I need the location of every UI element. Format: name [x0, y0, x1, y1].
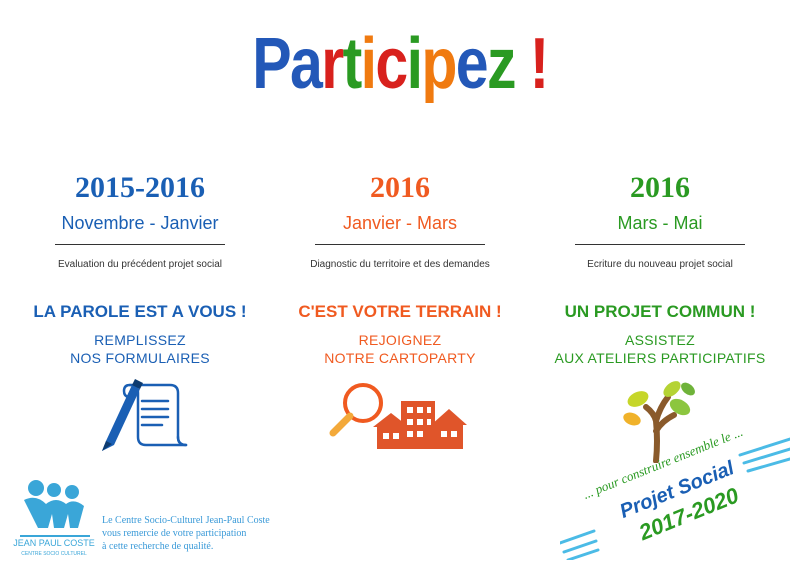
divider — [575, 244, 745, 245]
page-title: Participez ! — [72, 28, 728, 100]
phase-column-3: 2016 Mars - Mai Ecriture du nouveau proj… — [530, 170, 790, 463]
title-letter: P — [252, 24, 291, 104]
phase-description: Diagnostic du territoire et des demandes — [310, 259, 490, 270]
phase-year: 2016 — [370, 171, 430, 204]
phase-description: Evaluation du précédent projet social — [58, 259, 222, 270]
projet-social-stamp: ... pour construire ensemble le ... Proj… — [560, 425, 790, 560]
phase-slogan: C'EST VOTRE TERRAIN ! — [298, 302, 502, 321]
divider — [55, 244, 225, 245]
title-letter — [515, 28, 530, 100]
title-letter: p — [421, 24, 457, 104]
phase-action-line: NOTRE CARTOPARTY — [324, 350, 476, 366]
phase-year: 2016 — [630, 171, 690, 204]
phase-description: Ecriture du nouveau projet social — [587, 259, 733, 270]
phase-column-2: 2016 Janvier - Mars Diagnostic du territ… — [270, 170, 530, 453]
logo-text: JEAN PAUL COSTE — [13, 538, 95, 548]
thanks-line: Le Centre Socio-Culturel Jean-Paul Coste — [102, 515, 270, 526]
title-letter: i — [406, 24, 423, 104]
thanks-note: Le Centre Socio-Culturel Jean-Paul Coste… — [102, 514, 332, 553]
title-letter: z — [486, 24, 517, 104]
thanks-line: vous remercie de votre participation — [102, 528, 247, 539]
phase-slogan: UN PROJET COMMUN ! — [564, 302, 756, 321]
phase-year: 2015-2016 — [75, 171, 205, 204]
phase-action-line: REJOIGNEZ — [358, 332, 442, 348]
title-letter: i — [360, 24, 377, 104]
divider — [315, 244, 485, 245]
phase-action-line: AUX ATELIERS PARTICIPATIFS — [554, 350, 766, 366]
title-letter: t — [342, 24, 363, 104]
phase-action-line: ASSISTEZ — [624, 332, 696, 348]
phase-period: Janvier - Mars — [342, 213, 458, 233]
phase-action-line: REMPLISSEZ — [94, 332, 186, 348]
phase-slogan: LA PAROLE EST A VOUS ! — [33, 302, 247, 321]
logo-subtext: CENTRE SOCIO CULTUREL — [21, 551, 87, 557]
title-letter: r — [321, 24, 344, 104]
phase-period: Mars - Mai — [617, 213, 703, 233]
pen-and-scroll-icon — [102, 379, 188, 451]
magnifier-houses-icon — [329, 383, 467, 449]
thanks-line: à cette recherche de qualité. — [102, 541, 214, 552]
phase-period: Novembre - Janvier — [61, 213, 219, 233]
phase-column-1: 2015-2016 Novembre - Janvier Evaluation … — [10, 170, 270, 457]
phase-action: REJOIGNEZ NOTRE CARTOPARTY — [270, 331, 530, 367]
phase-action-line: NOS FORMULAIRES — [70, 350, 210, 366]
jean-paul-coste-logo: JEAN PAUL COSTE CENTRE SOCIO CULTUREL — [13, 480, 95, 557]
title-letter: a — [290, 24, 323, 104]
title-letter: c — [375, 24, 408, 104]
phase-action: REMPLISSEZ NOS FORMULAIRES — [10, 331, 270, 367]
title-letter: e — [455, 24, 489, 104]
title-letter: ! — [529, 24, 550, 104]
phase-action: ASSISTEZ AUX ATELIERS PARTICIPATIFS — [530, 331, 790, 367]
